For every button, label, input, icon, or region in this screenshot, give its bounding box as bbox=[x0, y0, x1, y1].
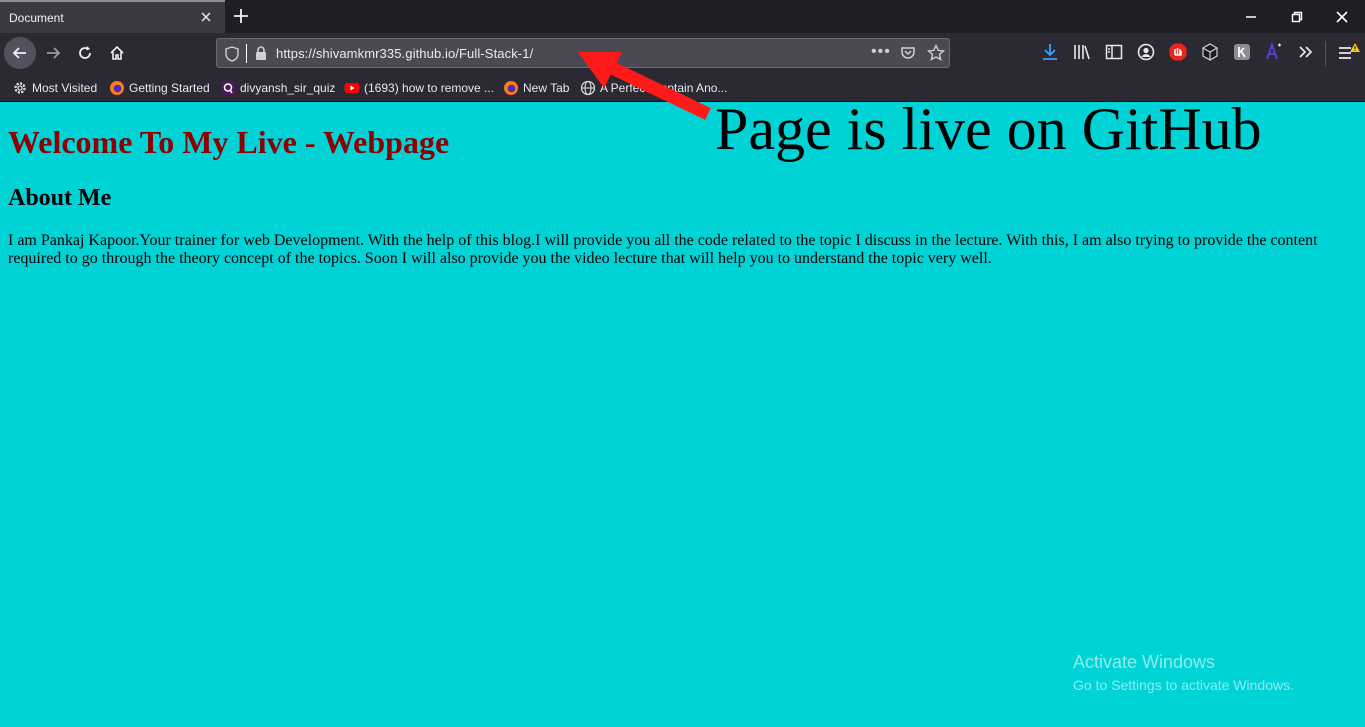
downloads-icon[interactable] bbox=[1040, 42, 1062, 64]
extension-k-icon[interactable] bbox=[1232, 42, 1254, 64]
forward-button[interactable] bbox=[37, 37, 69, 69]
url-cursor bbox=[246, 44, 247, 63]
about-me-paragraph: I am Pankaj Kapoor.Your trainer for web … bbox=[8, 232, 1318, 267]
lock-icon[interactable] bbox=[255, 46, 267, 66]
pocket-icon[interactable] bbox=[900, 45, 916, 66]
back-button[interactable] bbox=[4, 37, 36, 69]
tab-title: Document bbox=[9, 11, 64, 25]
bookmark-star-icon[interactable] bbox=[926, 43, 946, 67]
hamburger-menu-icon[interactable] bbox=[1337, 42, 1360, 64]
tab-bar: Document bbox=[0, 0, 1365, 33]
web-page-content: Welcome To My Live - Webpage About Me I … bbox=[0, 102, 1365, 727]
bookmark-label: New Tab bbox=[523, 81, 570, 95]
sidebar-icon[interactable] bbox=[1104, 42, 1126, 64]
url-text[interactable]: https://shivamkmr335.github.io/Full-Stac… bbox=[276, 46, 533, 61]
home-button[interactable] bbox=[101, 37, 133, 69]
adblock-extension-icon[interactable] bbox=[1168, 42, 1190, 64]
annotation-arrow-icon bbox=[578, 52, 711, 120]
activate-windows-title: Activate Windows bbox=[1073, 652, 1216, 672]
close-tab-icon[interactable] bbox=[199, 10, 213, 24]
youtube-icon bbox=[344, 80, 360, 96]
gear-icon bbox=[12, 80, 28, 96]
new-tab-icon[interactable] bbox=[231, 6, 251, 26]
overflow-chevron-icon[interactable] bbox=[1296, 42, 1318, 64]
minimize-icon[interactable] bbox=[1228, 0, 1274, 33]
tracking-protection-shield-icon[interactable] bbox=[225, 46, 239, 67]
annotation-text: Page is live on GitHub bbox=[715, 96, 1262, 162]
restore-icon[interactable] bbox=[1274, 0, 1320, 33]
extension-cube-icon[interactable] bbox=[1200, 42, 1222, 64]
bookmark-label: Most Visited bbox=[32, 81, 98, 95]
close-window-icon[interactable] bbox=[1319, 0, 1365, 33]
page-actions-icon[interactable]: ••• bbox=[871, 43, 891, 61]
firefox-icon bbox=[109, 80, 125, 96]
account-icon[interactable] bbox=[1136, 42, 1158, 64]
toolbar-separator bbox=[1325, 41, 1326, 67]
quiz-app-icon bbox=[220, 80, 236, 96]
page-heading: Welcome To My Live - Webpage bbox=[8, 124, 450, 160]
activate-windows-subtitle: Go to Settings to activate Windows. bbox=[1073, 677, 1294, 693]
tab-document[interactable]: Document bbox=[0, 0, 225, 33]
firefox-icon bbox=[503, 80, 519, 96]
about-me-heading: About Me bbox=[8, 185, 112, 211]
reload-button[interactable] bbox=[69, 37, 101, 69]
bookmark-label: Getting Started bbox=[129, 81, 210, 95]
bookmark-label: divyansh_sir_quiz bbox=[240, 81, 336, 95]
library-icon[interactable] bbox=[1072, 42, 1094, 64]
bookmark-label: (1693) how to remove ... bbox=[364, 81, 495, 95]
font-extension-icon[interactable] bbox=[1264, 42, 1286, 64]
